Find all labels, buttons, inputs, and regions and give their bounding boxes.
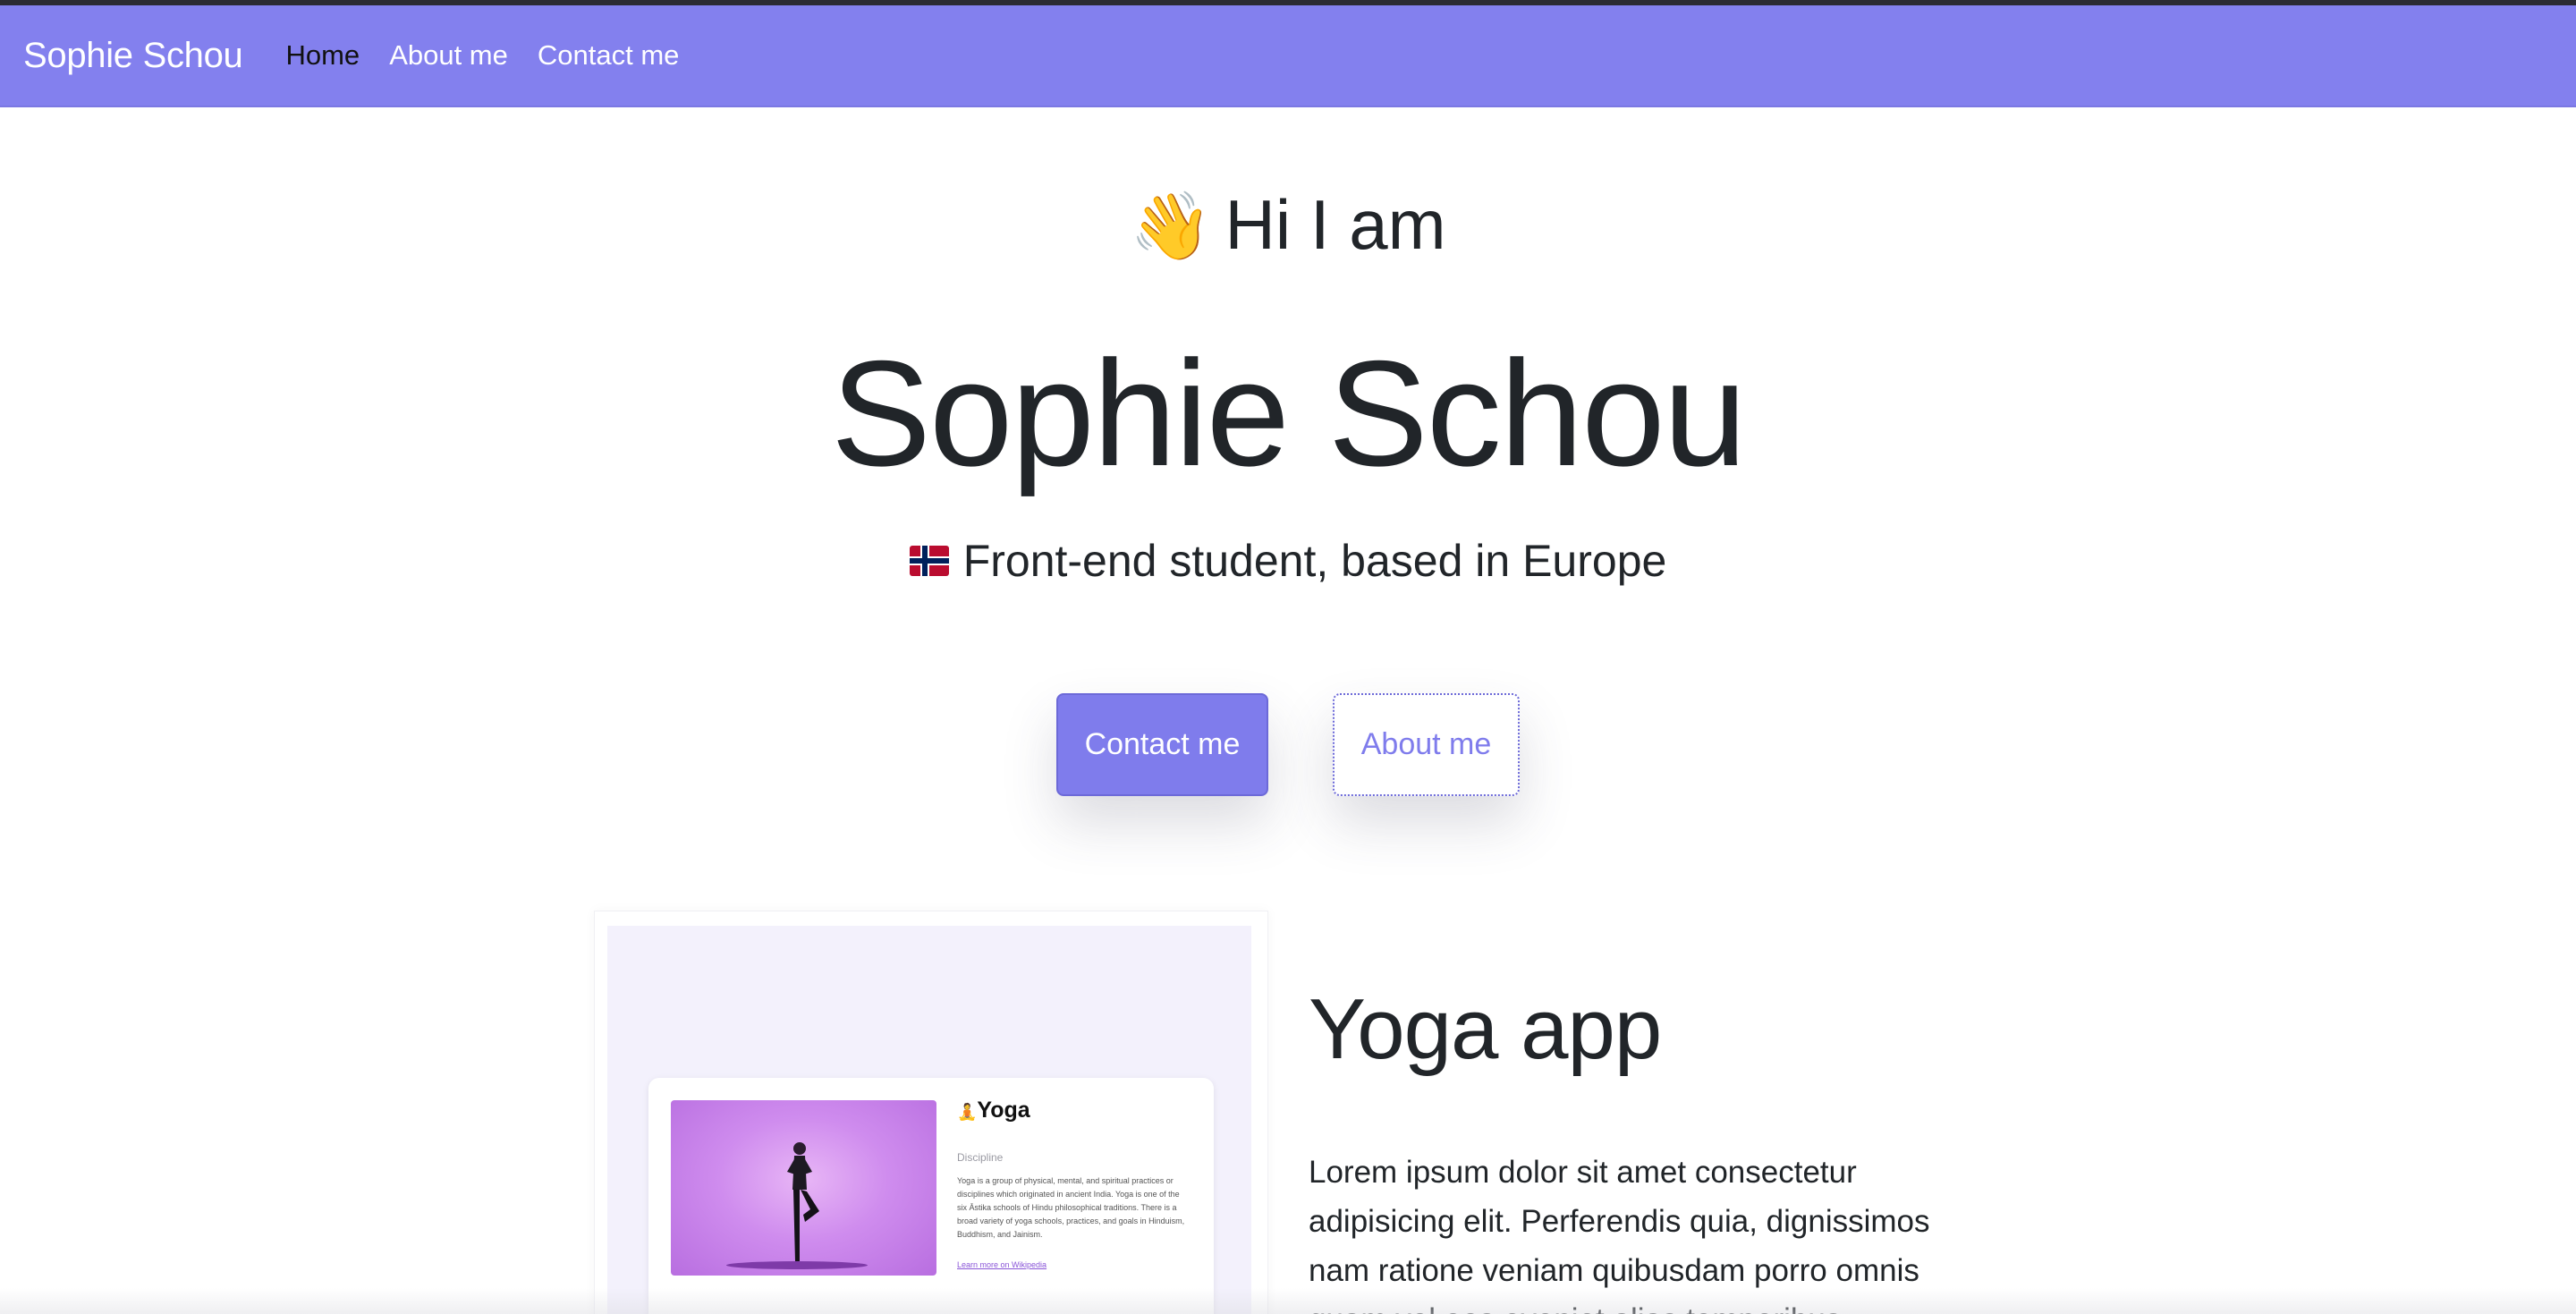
waving-hand-icon: 👋 bbox=[1130, 189, 1213, 263]
preview-subtitle: Discipline bbox=[957, 1151, 1004, 1164]
preview-title: 🧘Yoga bbox=[957, 1098, 1030, 1123]
nav-link-contact[interactable]: Contact me bbox=[538, 39, 680, 72]
preview-body: Yoga is a group of physical, mental, and… bbox=[957, 1176, 1185, 1239]
norway-flag-icon bbox=[909, 546, 949, 576]
greeting-heading: 👋 Hi I am bbox=[0, 184, 2576, 266]
about-me-button[interactable]: About me bbox=[1333, 693, 1520, 796]
hero-name: Sophie Schou bbox=[830, 329, 1747, 497]
contact-me-button[interactable]: Contact me bbox=[1056, 693, 1268, 796]
preview-wikipedia-link: Learn more on Wikipedia bbox=[957, 1260, 1047, 1269]
tagline-text: Front-end student, based in Europe bbox=[962, 536, 1667, 586]
nav-link-home[interactable]: Home bbox=[285, 39, 360, 72]
greeting-text: Hi I am bbox=[1224, 185, 1446, 264]
bottom-fade bbox=[0, 1288, 2576, 1314]
yoga-photo bbox=[671, 1100, 936, 1276]
navbar: Sophie Schou Home About me Contact me bbox=[0, 5, 2576, 107]
yoga-pose-figure bbox=[787, 1142, 819, 1261]
meditation-icon: 🧘 bbox=[957, 1103, 978, 1121]
project-screenshot: 🧘Yoga Discipline Yoga is a group of phys… bbox=[607, 926, 1251, 1314]
project-preview-card[interactable]: 🧘Yoga Discipline Yoga is a group of phys… bbox=[594, 911, 1268, 1314]
preview-mini-card: 🧘Yoga Discipline Yoga is a group of phys… bbox=[648, 1078, 1214, 1314]
brand-link[interactable]: Sophie Schou bbox=[23, 36, 243, 76]
project-title: Yoga app bbox=[1309, 981, 1662, 1077]
hero-tagline: Front-end student, based in Europe bbox=[0, 535, 2576, 587]
nav-link-about[interactable]: About me bbox=[389, 39, 508, 72]
